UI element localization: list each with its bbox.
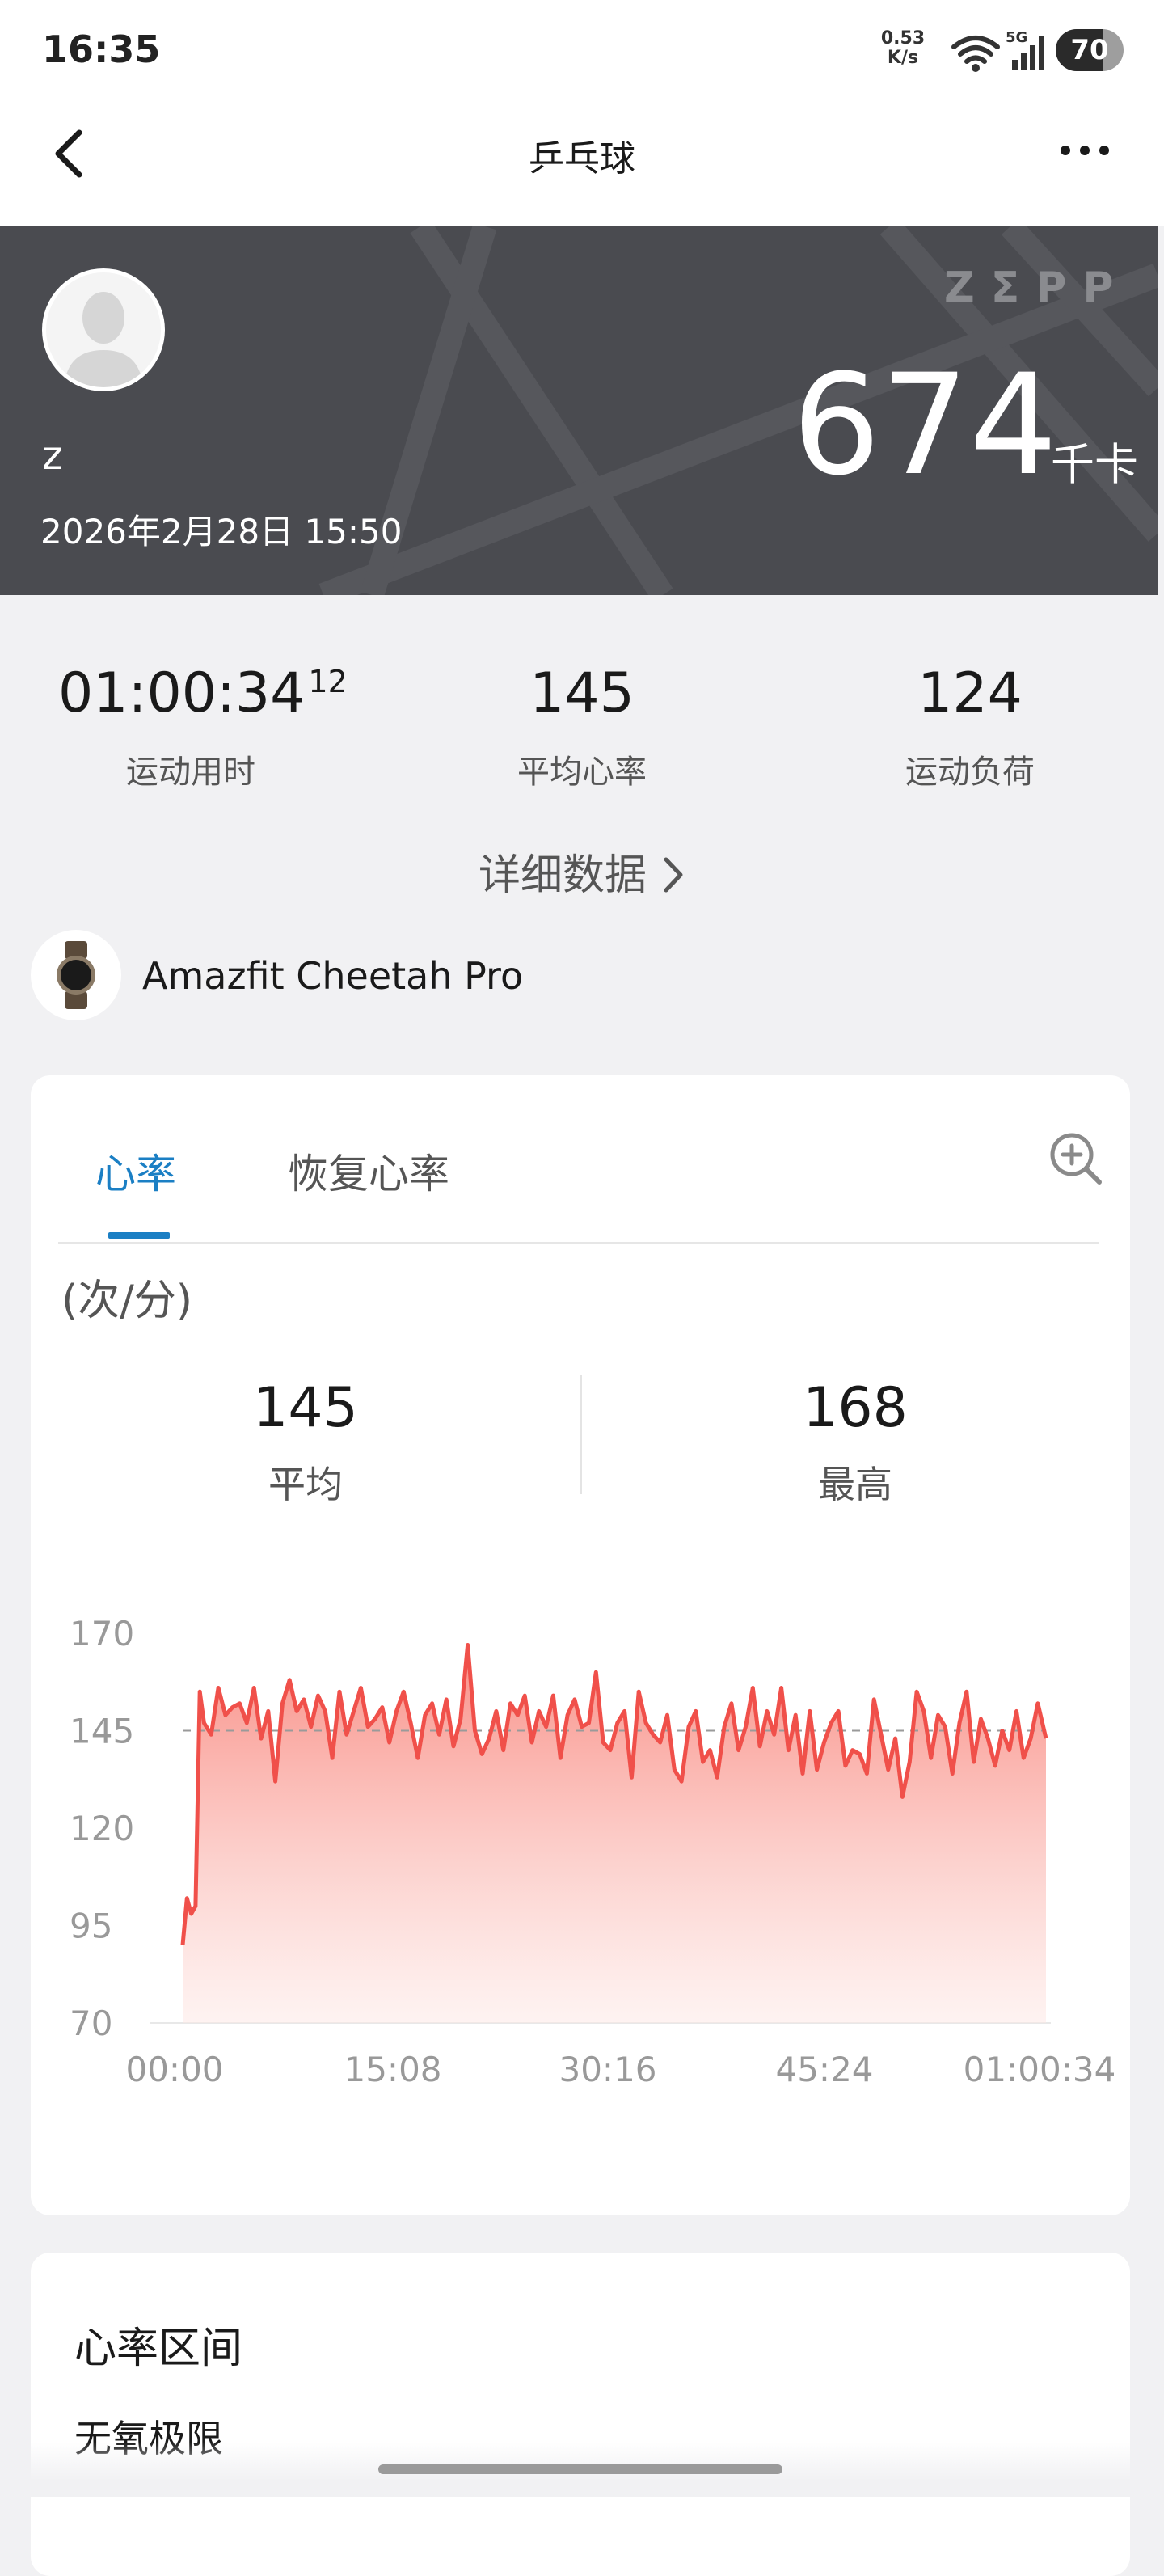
workout-date: 2026年2月28日 15:50 — [40, 512, 403, 551]
battery-indicator: 70 — [1056, 29, 1124, 71]
user-name: z — [42, 433, 63, 479]
signal-bars-icon: 5G — [1006, 29, 1044, 70]
status-time: 16:35 — [42, 27, 161, 71]
stat-load-label: 运动负荷 — [905, 754, 1035, 791]
stat-load-value: 124 — [917, 661, 1023, 725]
chart-unit-label: (次/分) — [61, 1277, 193, 1325]
device-avatar — [31, 930, 121, 1020]
zoom-in-icon[interactable] — [1048, 1130, 1104, 1187]
tabs-divider — [58, 1242, 1099, 1244]
card-avg-label: 平均 — [268, 1463, 343, 1506]
calories-value: 674 — [792, 344, 1058, 506]
card-max-label: 最高 — [818, 1463, 892, 1506]
tab-heart-rate[interactable]: 心率 — [95, 1142, 176, 1200]
device-name: Amazfit Cheetah Pro — [142, 954, 524, 998]
person-silhouette-icon — [64, 292, 143, 387]
detailed-data-link[interactable]: 详细数据 — [0, 841, 1164, 902]
tab-recovery-heart-rate[interactable]: 恢复心率 — [288, 1142, 449, 1200]
page-title: 乒乓球 — [529, 138, 635, 179]
detailed-data-label: 详细数据 — [478, 851, 647, 900]
avatar[interactable] — [42, 268, 165, 391]
chevron-right-icon — [664, 857, 683, 893]
stat-avg-hr-value: 145 — [529, 661, 635, 725]
signal-label: 5G — [1006, 29, 1027, 46]
duration-fraction: 12 — [308, 664, 348, 699]
network-speed-unit: K/s — [887, 48, 919, 68]
home-indicator[interactable] — [378, 2464, 782, 2474]
more-horizontal-icon[interactable] — [1059, 142, 1111, 158]
battery-percent: 70 — [1070, 34, 1109, 66]
duration-main: 01:00:34 — [58, 661, 306, 725]
network-speed: 0.53 K/s — [875, 29, 931, 68]
wifi-icon — [951, 36, 1000, 72]
calories-unit: 千卡 — [1051, 439, 1138, 490]
card-avg-value: 145 — [253, 1376, 358, 1440]
zepp-logo: ZΣPP — [944, 264, 1130, 312]
watch-icon — [57, 941, 95, 1009]
stat-duration-label: 运动用时 — [126, 754, 255, 791]
stat-duration-value: 01:00:34 12 — [58, 661, 348, 725]
active-tab-indicator — [108, 1232, 170, 1239]
summary-divider — [580, 1375, 582, 1494]
card-max-value: 168 — [803, 1376, 908, 1440]
stat-avg-hr-label: 平均心率 — [517, 754, 647, 791]
network-speed-value: 0.53 — [880, 28, 926, 49]
zones-title: 心率区间 — [74, 2325, 243, 2373]
heart-rate-card — [31, 1075, 1130, 2215]
